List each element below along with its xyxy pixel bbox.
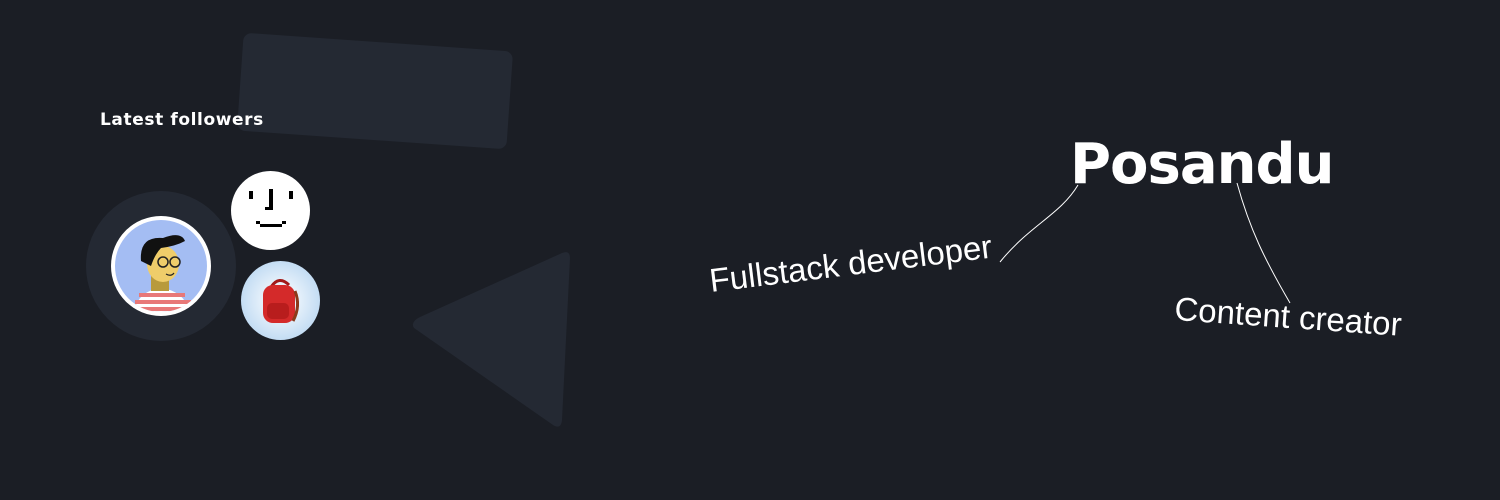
pixel-face-icon	[249, 189, 293, 227]
profile-name: Posandu	[1070, 132, 1334, 197]
follower-avatar-pixel-face[interactable]	[231, 171, 310, 250]
latest-followers-title: Latest followers	[100, 110, 264, 130]
connector-line-left	[999, 184, 1079, 263]
follower-avatar-person[interactable]	[111, 216, 211, 316]
cartoon-person-icon	[115, 220, 207, 312]
decorative-triangle	[412, 252, 570, 427]
follower-avatar-backpack[interactable]	[241, 261, 320, 340]
connector-line-right	[1236, 182, 1291, 304]
backpack-icon	[263, 279, 300, 323]
